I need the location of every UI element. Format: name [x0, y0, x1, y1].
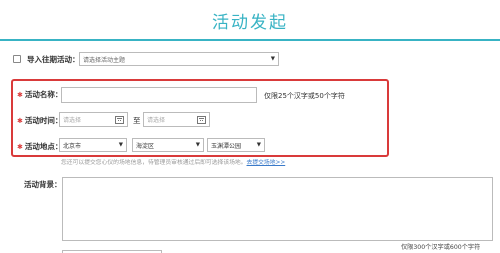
- required-star-icon: ✱: [17, 90, 23, 99]
- district-select[interactable]: 海淀区 ▼: [132, 138, 204, 152]
- submit-venue-link[interactable]: 去提交场地>>: [247, 160, 286, 166]
- caret-down-icon: ▼: [118, 142, 123, 148]
- background-limit-text: 仅限300个汉字或600个字符: [401, 244, 481, 251]
- calendar-icon[interactable]: [115, 115, 124, 124]
- start-date-input[interactable]: 请选择: [59, 112, 128, 127]
- background-textarea[interactable]: [62, 177, 493, 241]
- import-row: 导入往期活动：: [13, 52, 80, 66]
- place-row-label: ✱ 活动地点：: [17, 141, 62, 152]
- required-star-icon: ✱: [17, 142, 23, 151]
- caret-down-icon: ▼: [195, 142, 200, 148]
- end-date-placeholder: 请选择: [147, 117, 166, 124]
- background-label: 活动背景：: [24, 180, 62, 189]
- name-label: 活动名称：: [24, 90, 63, 99]
- start-date-placeholder: 请选择: [63, 117, 82, 124]
- import-checkbox-icon[interactable]: [13, 55, 21, 63]
- activity-name-input[interactable]: [61, 87, 257, 103]
- place-label: 活动地点：: [24, 142, 63, 151]
- time-separator: 至: [133, 116, 141, 125]
- import-activity-select[interactable]: 请选择活动主题 ▼: [79, 52, 279, 66]
- city-select[interactable]: 北京市 ▼: [59, 138, 127, 152]
- page-title: 活动发起: [212, 13, 288, 33]
- time-label: 活动时间：: [24, 116, 63, 125]
- time-row-label: ✱ 活动时间：: [17, 115, 62, 126]
- venue-select[interactable]: 玉渊潭公园 ▼: [207, 138, 265, 152]
- city-value: 北京市: [63, 142, 82, 150]
- end-date-input[interactable]: 请选择: [143, 112, 210, 127]
- venue-hint-text: 您还可以提交您心仪的场地信息，待管理员审核通过后即可选择该场地。: [61, 160, 247, 166]
- import-select-placeholder: 请选择活动主题: [83, 56, 126, 64]
- name-row-label: ✱ 活动名称：: [17, 89, 62, 100]
- title-divider: [0, 39, 500, 41]
- caret-down-icon: ▼: [270, 56, 275, 62]
- calendar-icon[interactable]: [197, 115, 206, 124]
- venue-hint: 您还可以提交您心仪的场地信息，待管理员审核通过后即可选择该场地。去提交场地>>: [61, 157, 285, 166]
- name-limit-text: 仅限25个汉字或50个字符: [264, 92, 345, 100]
- caret-down-icon: ▼: [256, 142, 261, 148]
- import-label: 导入往期活动：: [27, 54, 80, 64]
- district-value: 海淀区: [136, 142, 155, 150]
- required-star-icon: ✱: [17, 116, 23, 125]
- venue-value: 玉渊潭公园: [211, 142, 242, 150]
